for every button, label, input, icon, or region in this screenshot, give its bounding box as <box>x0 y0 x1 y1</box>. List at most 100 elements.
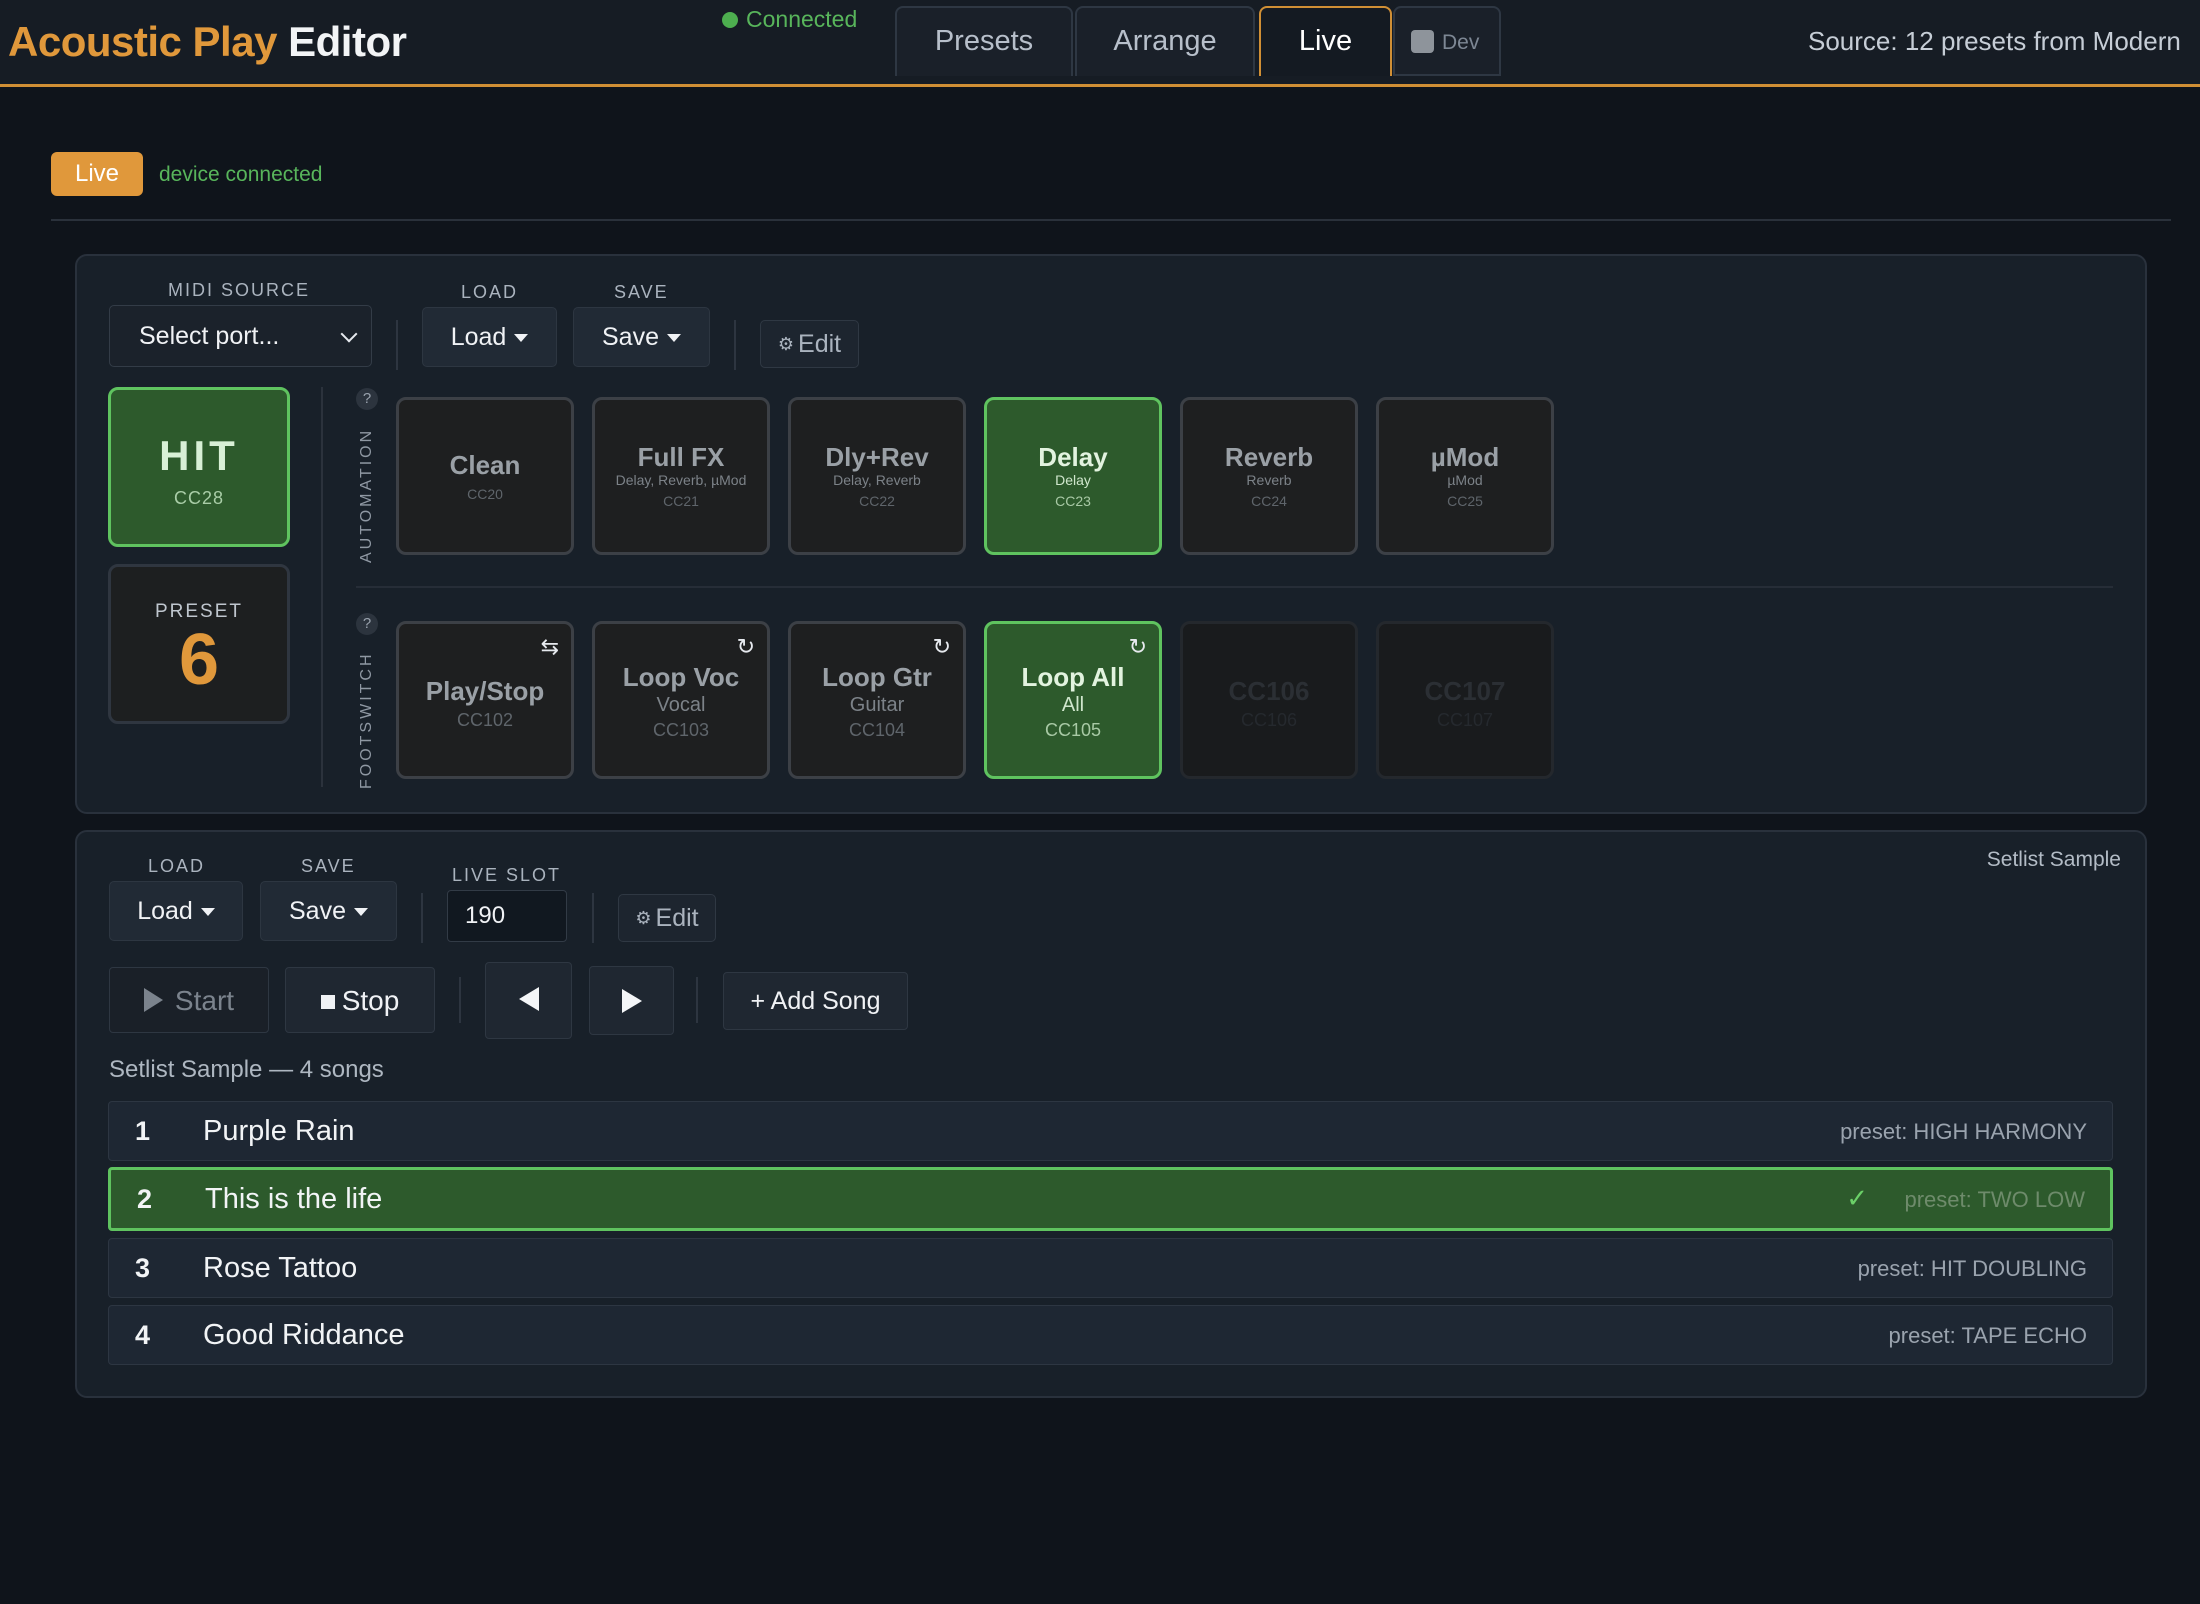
setlist-load-button[interactable]: Load <box>109 881 243 941</box>
connection-status-text: Connected <box>746 6 858 32</box>
app-title: Acoustic Play Editor <box>8 18 407 66</box>
tab-live[interactable]: Live <box>1259 6 1392 76</box>
pad-sub: All <box>1061 694 1085 716</box>
previous-song-button[interactable] <box>485 962 572 1039</box>
automation-pad-full-fx[interactable]: Full FX Delay, Reverb, µMod CC21 <box>592 397 770 555</box>
device-status: device connected <box>159 163 323 186</box>
automation-pad-reverb[interactable]: Reverb Reverb CC24 <box>1180 397 1358 555</box>
song-number: 2 <box>137 1184 153 1214</box>
dev-checkbox[interactable] <box>1411 30 1434 53</box>
tab-arrange[interactable]: Arrange <box>1075 6 1255 76</box>
setlist-edit-button[interactable]: ⚙ Edit <box>618 894 716 942</box>
pad-cc: CC102 <box>456 710 514 730</box>
play-icon <box>143 988 163 1012</box>
song-row[interactable]: 3 Rose Tattoo preset: HIT DOUBLING <box>108 1238 2113 1298</box>
stop-button[interactable]: Stop <box>285 967 435 1033</box>
pad-cc: CC22 <box>859 493 895 509</box>
pad-sub: µMod <box>1447 472 1483 488</box>
stop-icon <box>320 995 335 1009</box>
pad-name: Loop Gtr <box>822 662 932 692</box>
pad-sub: Guitar <box>849 694 905 716</box>
setlist-save-button[interactable]: Save <box>260 881 397 941</box>
song-row[interactable]: 1 Purple Rain preset: HIGH HARMONY <box>108 1101 2113 1161</box>
pad-name: Clean <box>449 450 521 480</box>
load-button-label: Load <box>450 323 507 351</box>
setlist-save-label: SAVE <box>301 856 356 876</box>
pad-sub: Reverb <box>1246 472 1292 488</box>
pad-name: CC107 <box>1424 676 1506 706</box>
chevron-down-icon <box>340 325 358 343</box>
tab-presets[interactable]: Presets <box>895 6 1073 76</box>
song-number: 4 <box>135 1320 151 1350</box>
setlist-edit-button-label: Edit <box>655 904 699 932</box>
song-row[interactable]: 4 Good Riddance preset: TAPE ECHO <box>108 1305 2113 1365</box>
divider <box>51 219 2171 221</box>
setlist-name: Setlist Sample <box>1986 848 2121 871</box>
pad-name: CC106 <box>1228 676 1310 706</box>
caret-down-icon <box>514 334 529 342</box>
app-header: Acoustic Play Editor Connected Presets A… <box>0 0 2200 87</box>
automation-pad-delay[interactable]: Delay Delay CC23 <box>984 397 1162 555</box>
automation-pad-dly-rev[interactable]: Dly+Rev Delay, Reverb CC22 <box>788 397 966 555</box>
song-title: Purple Rain <box>203 1115 355 1147</box>
separator <box>592 893 594 943</box>
song-title: Good Riddance <box>203 1319 405 1351</box>
pad-cc: CC105 <box>1044 720 1102 740</box>
live-slot-input[interactable]: 190 <box>447 890 567 942</box>
footswitch-pad-loop-gtr[interactable]: ↻ Loop Gtr Guitar CC104 <box>788 621 966 779</box>
save-button-label: Save <box>602 323 659 351</box>
pad-cc: CC107 <box>1436 710 1494 730</box>
loop-icon: ↻ <box>1128 634 1147 659</box>
footswitch-pad-cc107: CC107 CC107 <box>1376 621 1554 779</box>
dev-label: Dev <box>1442 31 1480 54</box>
previous-icon <box>518 987 539 1011</box>
setlist-summary: Setlist Sample — 4 songs <box>109 1056 384 1083</box>
pad-sub: Vocal <box>656 694 706 716</box>
caret-down-icon <box>200 908 215 916</box>
song-preset: preset: HIT DOUBLING <box>1857 1256 2087 1281</box>
pad-cc: CC20 <box>467 486 503 502</box>
start-button[interactable]: Start <box>109 967 269 1033</box>
load-button[interactable]: Load <box>422 307 557 367</box>
footswitch-pad-loop-voc[interactable]: ↻ Loop Voc Vocal CC103 <box>592 621 770 779</box>
footswitch-pad-loop-all[interactable]: ↻ Loop All All CC105 <box>984 621 1162 779</box>
hit-cc: CC28 <box>173 488 225 508</box>
footswitch-pad-cc106: CC106 CC106 <box>1180 621 1358 779</box>
hit-button[interactable]: HIT CC28 <box>108 387 290 547</box>
divider <box>356 586 2113 588</box>
pad-cc: CC24 <box>1251 493 1287 509</box>
swap-icon: ⇆ <box>540 634 559 659</box>
pad-name: Loop Voc <box>622 662 740 692</box>
connection-status: Connected <box>722 6 857 33</box>
gear-icon: ⚙ <box>635 908 652 928</box>
footswitch-help-icon[interactable]: ? <box>356 613 378 635</box>
preset-number: 6 <box>178 620 220 700</box>
song-row-current[interactable]: 2 This is the life ✓ preset: TWO LOW <box>108 1167 2113 1231</box>
pad-sub: Delay, Reverb <box>833 472 921 488</box>
edit-button[interactable]: ⚙ Edit <box>760 320 859 368</box>
loop-icon: ↻ <box>932 634 951 659</box>
automation-pad-umod[interactable]: µMod µMod CC25 <box>1376 397 1554 555</box>
pad-name: Reverb <box>1224 442 1314 472</box>
divider <box>321 387 323 787</box>
dev-toggle[interactable]: Dev <box>1393 6 1501 76</box>
next-song-button[interactable] <box>589 966 674 1035</box>
pad-name: Dly+Rev <box>825 442 929 472</box>
source-info: Source: 12 presets from Modern <box>1808 26 2181 56</box>
pad-cc: CC103 <box>652 720 710 740</box>
save-button[interactable]: Save <box>573 307 710 367</box>
status-dot-icon <box>722 12 738 28</box>
preset-display: PRESET 6 <box>108 564 290 724</box>
edit-button-label: Edit <box>798 330 842 358</box>
automation-pad-clean[interactable]: Clean CC20 <box>396 397 574 555</box>
pad-name: Loop All <box>1021 662 1125 692</box>
automation-help-icon[interactable]: ? <box>356 388 378 410</box>
footswitch-pad-play-stop[interactable]: ⇆ Play/Stop CC102 <box>396 621 574 779</box>
song-title: Rose Tattoo <box>203 1252 358 1284</box>
song-preset: preset: TAPE ECHO <box>1888 1323 2087 1348</box>
add-song-button[interactable]: + Add Song <box>723 972 908 1030</box>
midi-source-select[interactable]: Select port... <box>109 305 372 367</box>
footswitch-label: FOOTSWITCH <box>358 651 375 789</box>
gear-icon: ⚙ <box>777 334 795 354</box>
stop-button-label: Stop <box>341 985 400 1016</box>
